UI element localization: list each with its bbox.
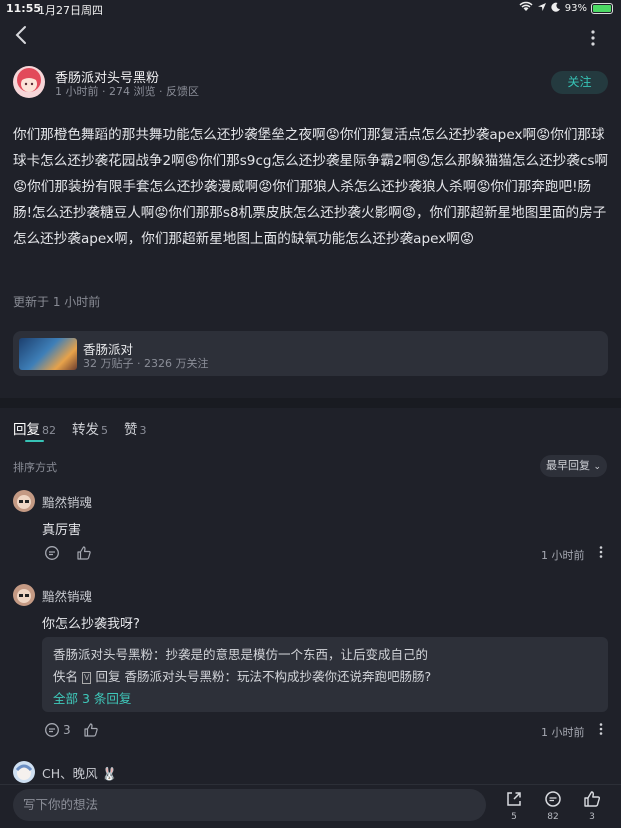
sort-label: 排序方式 bbox=[13, 461, 57, 474]
status-icons: 93% bbox=[519, 1, 613, 15]
comment-more-button[interactable] bbox=[598, 545, 604, 563]
tab-count: 82 bbox=[42, 424, 56, 437]
reply-button[interactable]: 3 bbox=[44, 722, 71, 738]
share-count: 5 bbox=[511, 812, 517, 822]
tab-likes[interactable]: 赞3 bbox=[124, 418, 147, 438]
all-replies-link[interactable]: 全部 3 条回复 bbox=[53, 688, 597, 710]
reply-line: 佚名 V 回复 香肠派对头号黑粉：玩法不构成抄袭你还说奔跑吧肠肠? bbox=[53, 669, 432, 684]
comment-icon bbox=[45, 546, 59, 560]
comment-count: 82 bbox=[547, 812, 559, 822]
share-icon bbox=[507, 792, 521, 806]
comment-author[interactable]: CH、晚风 🐰 bbox=[42, 763, 117, 782]
comment-avatar[interactable] bbox=[13, 761, 35, 783]
battery-icon bbox=[591, 2, 613, 14]
comment-input[interactable]: 写下你的想法 bbox=[13, 789, 486, 821]
reply-text: 抄袭是的意思是模仿一个东西，让后变成自己的 bbox=[165, 647, 429, 662]
tab-count: 3 bbox=[139, 424, 147, 437]
forum-card[interactable]: 香肠派对 32 万贴子 · 2326 万关注 bbox=[13, 331, 608, 376]
active-tab-indicator bbox=[25, 440, 44, 442]
reply-target[interactable]: 香肠派对头号黑粉 bbox=[124, 669, 224, 684]
post-body: 你们那橙色舞蹈的那共舞功能怎么还抄袭堡垒之夜啊😡你们那复活点怎么还抄袭apex啊… bbox=[13, 127, 608, 247]
comment-author[interactable]: 黯然销魂 bbox=[42, 586, 92, 605]
tab-label: 回复 bbox=[13, 422, 40, 438]
comments-button[interactable]: 82 bbox=[540, 790, 566, 822]
thumbs-up-icon bbox=[584, 791, 601, 807]
more-vertical-icon bbox=[599, 723, 603, 735]
sort-dropdown[interactable]: 最早回复 ⌄ bbox=[540, 455, 607, 477]
tab-bar: 回复 82 转发 5 赞3 bbox=[13, 418, 147, 438]
author-avatar[interactable] bbox=[13, 66, 45, 98]
location-icon bbox=[537, 2, 547, 15]
back-button[interactable] bbox=[12, 24, 30, 52]
reply-line: 香肠派对头号黑粉：抄袭是的意思是模仿一个东西，让后变成自己的 bbox=[53, 647, 429, 662]
follow-button[interactable]: 关注 bbox=[551, 71, 608, 94]
like-button[interactable] bbox=[83, 722, 99, 738]
comment-time: 1 小时前 bbox=[541, 726, 585, 739]
like-button[interactable] bbox=[76, 545, 92, 561]
reply-action: 回复 bbox=[95, 669, 121, 684]
more-button[interactable] bbox=[587, 26, 599, 54]
comment-avatar[interactable] bbox=[13, 584, 35, 606]
wifi-icon bbox=[519, 1, 533, 15]
comment-author[interactable]: 黯然销魂 bbox=[42, 492, 92, 511]
reply-count: 3 bbox=[63, 723, 71, 737]
verified-badge: V bbox=[82, 672, 92, 684]
chevron-down-icon: ⌄ bbox=[593, 462, 602, 472]
comment-text: 你怎么抄袭我呀? bbox=[42, 617, 140, 632]
tab-reposts[interactable]: 转发 5 bbox=[72, 418, 108, 438]
comment-avatar[interactable] bbox=[13, 490, 35, 512]
like-count: 3 bbox=[589, 812, 595, 822]
reply-author[interactable]: 佚名 bbox=[53, 669, 78, 684]
updated-time: 更新于 1 小时前 bbox=[13, 295, 101, 309]
tab-label: 转发 bbox=[72, 422, 99, 438]
comment-time: 1 小时前 bbox=[541, 549, 585, 562]
comment-icon bbox=[45, 723, 59, 737]
tab-count: 5 bbox=[101, 424, 108, 437]
status-date: 1月27日周四 bbox=[38, 4, 103, 17]
chevron-left-icon bbox=[15, 26, 26, 44]
section-divider bbox=[0, 398, 621, 408]
comment-author-name: CH、晚风 bbox=[42, 766, 98, 781]
tab-label: 赞 bbox=[124, 422, 138, 438]
like-post-button[interactable]: 3 bbox=[581, 790, 603, 822]
reply-text: 玩法不构成抄袭你还说奔跑吧肠肠? bbox=[237, 669, 432, 684]
thumbs-up-icon bbox=[84, 723, 98, 737]
more-vertical-icon bbox=[599, 546, 603, 558]
sort-value: 最早回复 bbox=[545, 459, 590, 472]
comment-text: 真厉害 bbox=[42, 523, 82, 538]
share-button[interactable]: 5 bbox=[503, 790, 525, 822]
forum-thumbnail bbox=[19, 338, 77, 370]
tab-replies[interactable]: 回复 82 bbox=[13, 418, 56, 438]
comment-more-button[interactable] bbox=[598, 722, 604, 740]
comment-icon bbox=[545, 791, 561, 807]
status-time: 11:55 bbox=[6, 2, 42, 15]
rabbit-emoji: 🐰 bbox=[101, 766, 118, 781]
thumbs-up-icon bbox=[77, 546, 91, 560]
reply-author[interactable]: 香肠派对头号黑粉 bbox=[53, 647, 153, 662]
reply-preview-box[interactable]: 香肠派对头号黑粉：抄袭是的意思是模仿一个东西，让后变成自己的 佚名 V 回复 香… bbox=[42, 637, 608, 712]
more-vertical-icon bbox=[591, 30, 595, 46]
battery-percent: 93% bbox=[564, 2, 587, 14]
forum-stats: 32 万贴子 · 2326 万关注 bbox=[83, 357, 209, 370]
status-bar: 11:55 1月27日周四 93% bbox=[0, 0, 621, 18]
moon-icon bbox=[551, 2, 561, 15]
reply-button[interactable] bbox=[44, 545, 60, 561]
post-meta: 1 小时前 · 274 浏览 · 反馈区 bbox=[55, 85, 199, 98]
